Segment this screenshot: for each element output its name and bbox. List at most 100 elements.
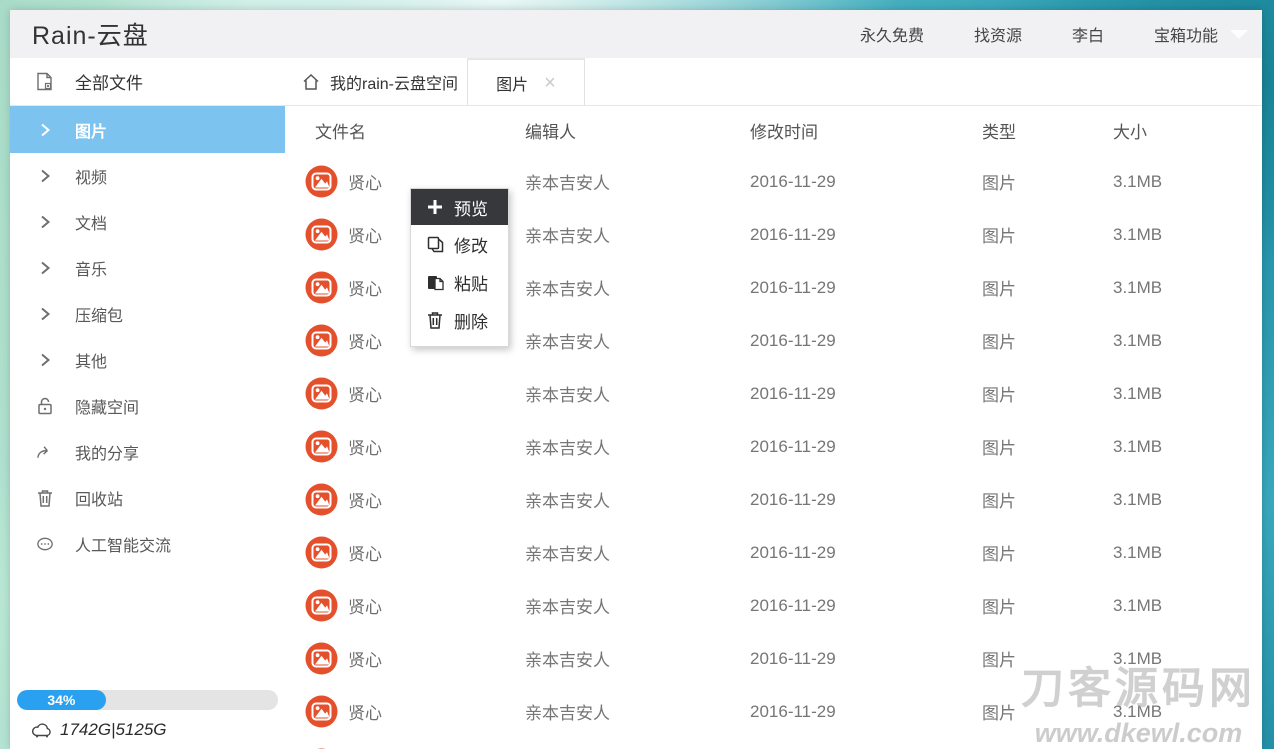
file-modified: 2016-11-29: [750, 384, 982, 404]
file-editor: 亲本吉安人: [525, 699, 750, 724]
file-modified: 2016-11-29: [750, 437, 982, 457]
chat-icon: [35, 534, 55, 554]
file-name-cell: 贤心: [305, 589, 525, 622]
file-editor: 亲本吉安人: [525, 487, 750, 512]
file-name: 贤心: [348, 646, 382, 671]
cloud-icon: [31, 721, 53, 739]
column-header-modified: 修改时间: [750, 118, 982, 143]
sidebar-item[interactable]: 文档: [10, 199, 285, 245]
tab-my-cloud-space[interactable]: 我的rain-云盘空间: [285, 58, 467, 105]
home-icon: [301, 72, 321, 92]
file-name: 贤心: [348, 222, 382, 247]
sidebar-item-label: 音乐: [75, 256, 107, 280]
sidebar-item[interactable]: 我的分享: [10, 429, 285, 475]
table-row[interactable]: 贤心 亲本吉安人 2016-11-29 图片 3.1MB: [285, 632, 1262, 685]
trash-icon: [426, 311, 444, 329]
context-menu-item[interactable]: 预览: [411, 189, 508, 225]
subheader: 全部文件 我的rain-云盘空间 图片 ×: [10, 58, 1262, 106]
app-window: Rain-云盘 永久免费 找资源 李白 宝箱功能 全部文件: [10, 10, 1262, 749]
sidebar-item[interactable]: 视频: [10, 153, 285, 199]
column-header-filename: 文件名: [315, 118, 525, 143]
file-modified: 2016-11-29: [750, 225, 982, 245]
tab-pictures[interactable]: 图片 ×: [467, 58, 585, 105]
context-menu-item-label: 删除: [454, 308, 488, 333]
context-menu-item-label: 粘贴: [454, 270, 488, 295]
file-modified: 2016-11-29: [750, 172, 982, 192]
storage-widget: 34% 1742G|5125G: [17, 690, 279, 740]
file-size: 3.1MB: [1113, 543, 1262, 563]
table-row[interactable]: 贤心 亲本吉安人 2016-11-29 图片 3.1MB: [285, 738, 1262, 749]
file-type: 图片: [982, 540, 1113, 565]
top-nav-item[interactable]: 李白: [1072, 22, 1104, 46]
file-name: 贤心: [348, 540, 382, 565]
sidebar-item[interactable]: 其他: [10, 337, 285, 383]
image-file-icon: [305, 271, 338, 304]
sidebar-item[interactable]: 隐藏空间: [10, 383, 285, 429]
sidebar-item-label: 压缩包: [75, 302, 123, 326]
file-modified: 2016-11-29: [750, 543, 982, 563]
document-icon: [34, 71, 55, 92]
context-menu-item[interactable]: 修改: [411, 225, 508, 263]
sidebar-item[interactable]: 人工智能交流: [10, 521, 285, 567]
file-editor: 亲本吉安人: [525, 169, 750, 194]
chevron-right-icon: [35, 212, 55, 232]
table-row[interactable]: 贤心 亲本吉安人 2016-11-29 图片 3.1MB: [285, 367, 1262, 420]
sidebar-item[interactable]: 压缩包: [10, 291, 285, 337]
sidebar-item-label: 文档: [75, 210, 107, 234]
trash-icon: [35, 488, 55, 508]
file-editor: 亲本吉安人: [525, 434, 750, 459]
table-row[interactable]: 贤心 亲本吉安人 2016-11-29 图片 3.1MB: [285, 579, 1262, 632]
storage-line: 1742G|5125G: [31, 720, 279, 740]
image-file-icon: [305, 218, 338, 251]
app-logo: Rain-云盘: [32, 16, 149, 52]
storage-progress-track: 34%: [17, 690, 278, 710]
table-row[interactable]: 贤心 亲本吉安人 2016-11-29 图片 3.1MB: [285, 526, 1262, 579]
app-header: Rain-云盘 永久免费 找资源 李白 宝箱功能: [10, 10, 1262, 58]
context-menu-item[interactable]: 粘贴: [411, 263, 508, 301]
sidebar-item[interactable]: 图片: [10, 106, 285, 153]
image-file-icon: [305, 695, 338, 728]
sidebar: 图片 视频 文档 音乐 压缩包 其他 隐藏空间 我的分享 回收站 人工智能交流 …: [10, 106, 285, 749]
table-row[interactable]: 贤心 亲本吉安人 2016-11-29 图片 3.1MB: [285, 473, 1262, 526]
sidebar-item-label: 隐藏空间: [75, 394, 139, 418]
chevron-right-icon: [35, 258, 55, 278]
context-menu: 预览 修改 粘贴 删除: [410, 188, 509, 347]
chevron-right-icon: [35, 120, 55, 140]
caret-down-icon[interactable]: [1230, 30, 1248, 39]
sidebar-item-label: 回收站: [75, 486, 123, 510]
column-header-type: 类型: [982, 118, 1113, 143]
image-file-icon: [305, 483, 338, 516]
file-modified: 2016-11-29: [750, 596, 982, 616]
image-file-icon: [305, 165, 338, 198]
sidebar-item-label: 图片: [75, 118, 107, 142]
file-size: 3.1MB: [1113, 225, 1262, 245]
sidebar-item-label: 人工智能交流: [75, 532, 171, 556]
top-nav-item[interactable]: 宝箱功能: [1154, 22, 1218, 46]
file-type: 图片: [982, 593, 1113, 618]
sidebar-item[interactable]: 回收站: [10, 475, 285, 521]
image-file-icon: [305, 589, 338, 622]
storage-progress-fill: 34%: [17, 690, 106, 710]
column-header-size: 大小: [1113, 118, 1262, 143]
file-editor: 亲本吉安人: [525, 593, 750, 618]
file-name: 贤心: [348, 593, 382, 618]
file-size: 3.1MB: [1113, 596, 1262, 616]
app-body: 图片 视频 文档 音乐 压缩包 其他 隐藏空间 我的分享 回收站 人工智能交流 …: [10, 106, 1262, 749]
storage-capacity: 1742G|5125G: [60, 720, 167, 740]
top-nav-item[interactable]: 永久免费: [860, 22, 924, 46]
tab-pictures-label: 图片: [496, 71, 528, 95]
image-file-icon: [305, 430, 338, 463]
sidebar-nav: 图片 视频 文档 音乐 压缩包 其他 隐藏空间 我的分享 回收站 人工智能交流: [10, 106, 285, 567]
sidebar-item[interactable]: 音乐: [10, 245, 285, 291]
table-row[interactable]: 贤心 亲本吉安人 2016-11-29 图片 3.1MB: [285, 420, 1262, 473]
table-row[interactable]: 贤心 亲本吉安人 2016-11-29 图片 3.1MB: [285, 685, 1262, 738]
chevron-right-icon: [35, 350, 55, 370]
context-menu-item[interactable]: 删除: [411, 301, 508, 339]
file-name: 贤心: [348, 381, 382, 406]
close-icon[interactable]: ×: [544, 73, 556, 93]
file-name: 贤心: [348, 169, 382, 194]
file-size: 3.1MB: [1113, 702, 1262, 722]
top-nav-item[interactable]: 找资源: [974, 22, 1022, 46]
file-size: 3.1MB: [1113, 649, 1262, 669]
sidebar-header-all-files[interactable]: 全部文件: [10, 58, 285, 105]
